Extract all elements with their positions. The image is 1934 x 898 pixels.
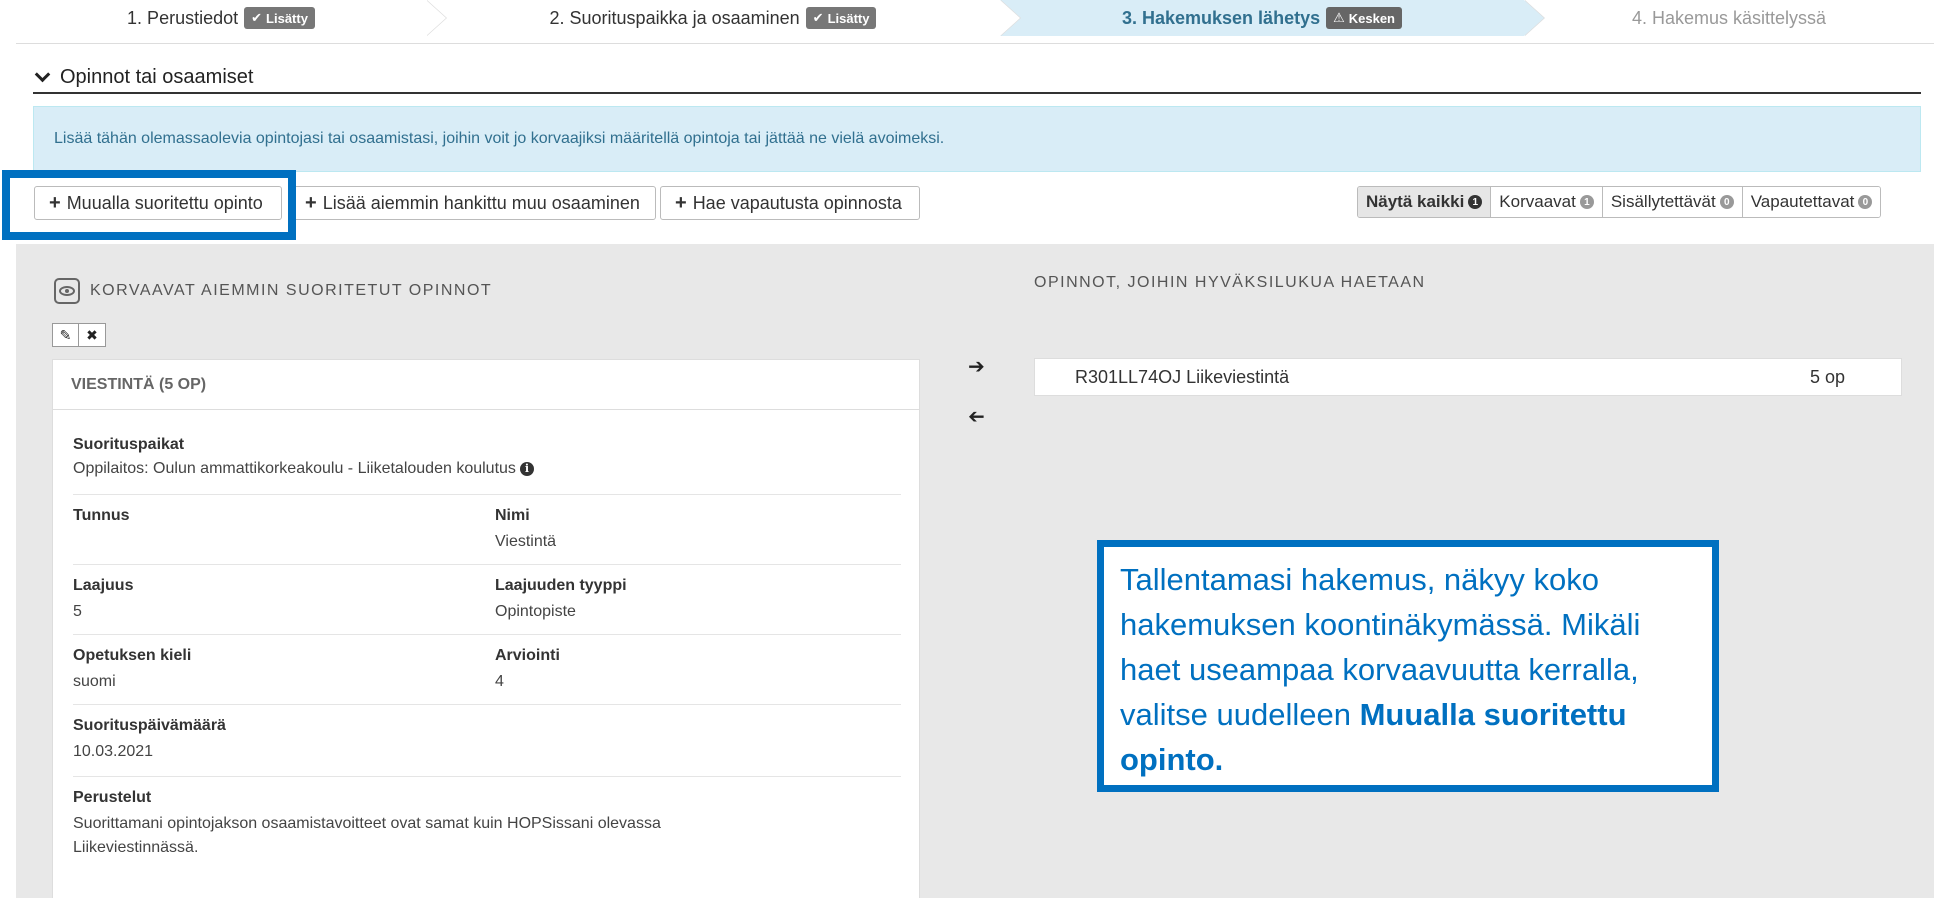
field-value: Opintopiste bbox=[495, 603, 576, 620]
info-alert: Lisää tähän olemassaolevia opintojasi ta… bbox=[33, 106, 1921, 172]
field-value: 10.03.2021 bbox=[73, 743, 154, 760]
field-label: Laajuus bbox=[73, 577, 134, 594]
right-panel-title: OPINNOT, JOIHIN HYVÄKSILUKUA HAETAAN bbox=[1034, 274, 1426, 291]
check-circle-icon: ✔ bbox=[812, 10, 824, 25]
step-perustiedot[interactable]: 1. Perustiedot ✔ Lisätty bbox=[16, 0, 447, 36]
plus-icon: + bbox=[675, 191, 687, 214]
filter-sisallytettavat[interactable]: Sisällytettävät 0 bbox=[1602, 187, 1743, 217]
delete-button[interactable]: ✖ bbox=[79, 323, 106, 347]
step-suorituspaikka[interactable]: 2. Suorituspaikka ja osaaminen ✔ Lisätty bbox=[426, 0, 1021, 36]
step-hakemuksen-lahetys[interactable]: 3. Hakemuksen lähetys ⚠ Kesken bbox=[1000, 0, 1545, 36]
filter-vapautettavat[interactable]: Vapautettavat 0 bbox=[1742, 187, 1881, 217]
field-value: Viestintä bbox=[495, 533, 557, 550]
highlight-frame bbox=[2, 170, 296, 240]
target-study-row[interactable]: R301LL74OJ Liikeviestintä 5 op bbox=[1034, 358, 1902, 396]
section-title: Opinnot tai osaamiset bbox=[60, 65, 254, 88]
count-badge: 1 bbox=[1468, 195, 1483, 209]
count-badge: 0 bbox=[1719, 195, 1734, 209]
count-badge: 0 bbox=[1858, 195, 1873, 209]
check-circle-icon: ✔ bbox=[251, 10, 263, 25]
field-label: Laajuuden tyyppi bbox=[495, 577, 627, 594]
field-label: Suorituspaikat bbox=[73, 436, 185, 453]
step-hakemus-kasittelyssa: 4. Hakemus käsittelyssä bbox=[1524, 0, 1934, 36]
card-title: VIESTINTÄ (5 OP) bbox=[53, 360, 919, 410]
study-credits: 5 op bbox=[1810, 366, 1846, 387]
left-panel-title: KORVAAVAT AIEMMIN SUORITETUT OPINNOT bbox=[54, 278, 492, 304]
field-value: Suorittamani opintojakson osaamistavoitt… bbox=[73, 815, 661, 832]
field-value: Oppilaitos: Oulun ammattikorkeakoulu - L… bbox=[73, 460, 516, 477]
field-label: Suorituspäivämäärä bbox=[73, 717, 226, 734]
field-value: 5 bbox=[73, 603, 82, 620]
status-badge: ✔ Lisätty bbox=[244, 7, 315, 29]
field-label: Tunnus bbox=[73, 507, 130, 524]
arrow-left-icon[interactable]: ➔ bbox=[968, 404, 985, 429]
eye-icon bbox=[54, 278, 80, 304]
add-prior-competence-button[interactable]: + Lisää aiemmin hankittu muu osaaminen bbox=[290, 186, 656, 220]
edit-button[interactable]: ✎ bbox=[52, 323, 79, 347]
status-badge: ⚠ Kesken bbox=[1326, 7, 1402, 29]
filter-show-all[interactable]: Näytä kaikki 1 bbox=[1358, 187, 1492, 217]
filter-button-group: Näytä kaikki 1 Korvaavat 1 Sisällytettäv… bbox=[1357, 186, 1882, 218]
instruction-callout: Tallentamasi hakemus, näkyy koko hakemuk… bbox=[1097, 540, 1719, 792]
warning-icon: ⚠ bbox=[1333, 10, 1345, 25]
field-label: Opetuksen kieli bbox=[73, 647, 192, 664]
pencil-icon: ✎ bbox=[59, 326, 72, 343]
field-label: Arviointi bbox=[495, 647, 560, 664]
field-value: suomi bbox=[73, 673, 116, 690]
card-toolbar: ✎ ✖ bbox=[52, 323, 106, 347]
study-name: R301LL74OJ Liikeviestintä bbox=[1075, 366, 1290, 387]
study-card: VIESTINTÄ (5 OP) Suorituspaikat Oppilait… bbox=[52, 359, 920, 898]
field-label: Nimi bbox=[495, 507, 530, 524]
arrow-right-icon[interactable]: ➔ bbox=[968, 354, 985, 379]
filter-korvaavat[interactable]: Korvaavat 1 bbox=[1491, 187, 1603, 217]
count-badge: 1 bbox=[1579, 195, 1594, 209]
chevron-down-icon bbox=[34, 66, 51, 82]
field-value: 4 bbox=[495, 673, 504, 690]
section-toggle[interactable]: Opinnot tai osaamiset bbox=[33, 62, 1921, 94]
close-icon: ✖ bbox=[86, 326, 98, 343]
field-label: Perustelut bbox=[73, 789, 152, 806]
status-badge: ✔ Lisätty bbox=[805, 7, 877, 29]
plus-icon: + bbox=[305, 191, 317, 214]
progress-stepper: 1. Perustiedot ✔ Lisätty 2. Suorituspaik… bbox=[16, 0, 1934, 44]
request-exemption-button[interactable]: + Hae vapautusta opinnosta bbox=[660, 186, 920, 220]
field-value: Liikeviestinnässä. bbox=[73, 839, 199, 856]
info-icon[interactable]: i bbox=[519, 461, 534, 476]
